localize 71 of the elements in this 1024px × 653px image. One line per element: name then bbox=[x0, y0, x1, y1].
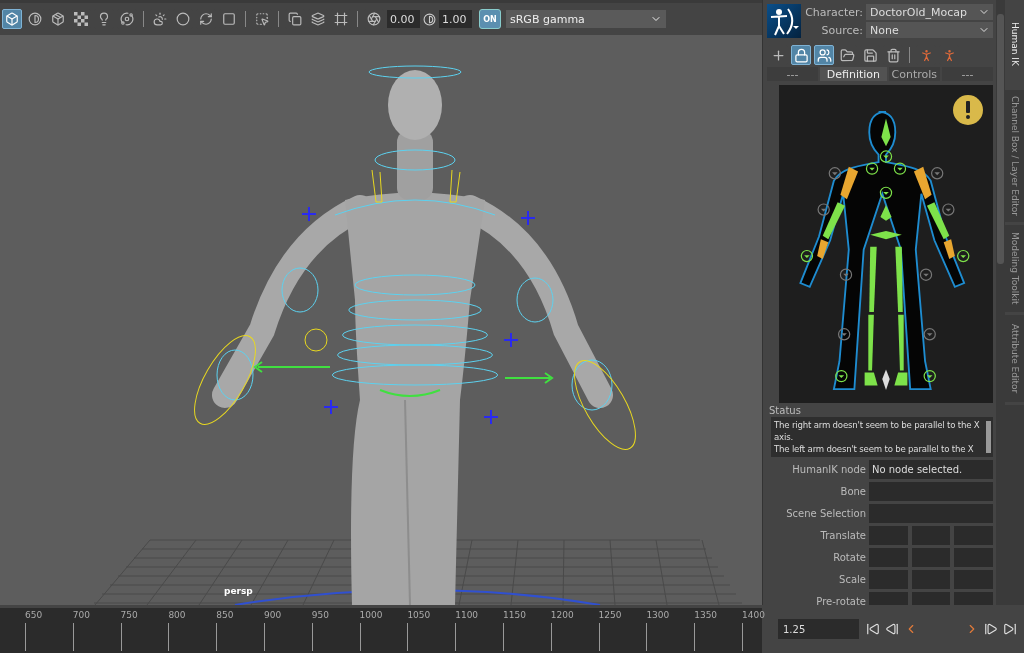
locator-icon bbox=[301, 206, 317, 222]
gamma-icon bbox=[423, 12, 436, 26]
frame-number: 1150 bbox=[503, 610, 526, 620]
frame-number: 1250 bbox=[598, 610, 622, 620]
property-field[interactable] bbox=[869, 548, 908, 567]
cube-tool-icon[interactable] bbox=[2, 9, 22, 29]
color-management-toggle[interactable]: ON bbox=[479, 9, 501, 29]
locator-icon bbox=[323, 399, 339, 415]
locator-icon bbox=[503, 332, 519, 348]
frame-number: 700 bbox=[72, 610, 90, 620]
property-field[interactable] bbox=[869, 570, 908, 589]
property-label: HumanIK node bbox=[791, 463, 866, 477]
go-to-end-icon[interactable] bbox=[1003, 622, 1017, 636]
frame-number: 650 bbox=[25, 610, 43, 620]
panel-scrollbar[interactable] bbox=[996, 0, 1005, 605]
step-forward-icon[interactable] bbox=[984, 622, 998, 636]
frame-number: 1200 bbox=[550, 610, 574, 620]
panel-tab[interactable]: --- bbox=[767, 67, 819, 81]
frame-number: 800 bbox=[168, 610, 186, 620]
frame-number: 900 bbox=[264, 610, 282, 620]
figure-logo-icon[interactable] bbox=[767, 4, 801, 38]
property-label: Translate bbox=[819, 529, 866, 543]
property-label: Pre-rotate bbox=[815, 595, 866, 605]
property-field[interactable] bbox=[911, 526, 951, 545]
property-field[interactable] bbox=[954, 526, 993, 545]
property-label: Rotate bbox=[832, 551, 866, 565]
exposure-field[interactable]: 0.00 bbox=[387, 10, 420, 28]
status-message: The left arm doesn't seem to be parallel to the X bbox=[774, 443, 975, 455]
property-field[interactable] bbox=[869, 504, 993, 523]
property-field[interactable] bbox=[954, 548, 993, 567]
warning-icon[interactable] bbox=[953, 95, 983, 125]
property-field[interactable] bbox=[911, 548, 951, 567]
scrollbar[interactable] bbox=[986, 421, 991, 453]
property-field[interactable] bbox=[954, 570, 993, 589]
property-label: Scale bbox=[838, 573, 866, 587]
character-label: Character: bbox=[805, 5, 863, 19]
lock-icon[interactable] bbox=[791, 45, 811, 65]
camera-label: persp bbox=[224, 586, 253, 596]
frame-number: 750 bbox=[120, 610, 138, 620]
frame-number: 1300 bbox=[646, 610, 670, 620]
frame-number: 1400 bbox=[742, 610, 765, 620]
step-back-icon[interactable] bbox=[885, 622, 899, 636]
frame-number: 1050 bbox=[407, 610, 431, 620]
locator-icon bbox=[520, 210, 536, 226]
property-field[interactable] bbox=[911, 592, 951, 605]
color-space-dropdown[interactable]: sRGB gamma bbox=[506, 10, 666, 28]
gamma-field[interactable]: 1.00 bbox=[439, 10, 472, 28]
source-dropdown[interactable]: None bbox=[866, 22, 993, 38]
current-frame-field[interactable]: 1.25 bbox=[778, 619, 859, 639]
frame-number: 950 bbox=[311, 610, 329, 620]
panel-tab[interactable]: Definition bbox=[820, 67, 887, 81]
status-message: The right arm doesn't seem to be parallel to the X axis. bbox=[774, 419, 981, 443]
property-field[interactable] bbox=[869, 526, 908, 545]
locator-icon bbox=[483, 409, 499, 425]
frame-number: 1000 bbox=[359, 610, 383, 620]
go-to-start-icon[interactable] bbox=[866, 622, 880, 636]
property-field[interactable] bbox=[869, 482, 993, 501]
character-dropdown[interactable]: DoctorOld_Mocap bbox=[866, 4, 993, 20]
property-field[interactable] bbox=[911, 570, 951, 589]
panel-tab[interactable]: Controls bbox=[888, 67, 940, 81]
panel-tab[interactable]: --- bbox=[941, 67, 993, 81]
status-heading: Status bbox=[769, 405, 802, 416]
frame-number: 1350 bbox=[694, 610, 718, 620]
side-tab[interactable]: Human IK bbox=[1005, 0, 1024, 90]
frame-number: 1100 bbox=[455, 610, 479, 620]
source-label: Source: bbox=[820, 23, 863, 37]
property-label: Scene Selection bbox=[785, 507, 866, 521]
property-label: Bone bbox=[839, 485, 866, 499]
scroll-thumb[interactable] bbox=[997, 14, 1004, 264]
frame-number: 850 bbox=[216, 610, 234, 620]
property-field[interactable]: No node selected. bbox=[869, 460, 993, 479]
